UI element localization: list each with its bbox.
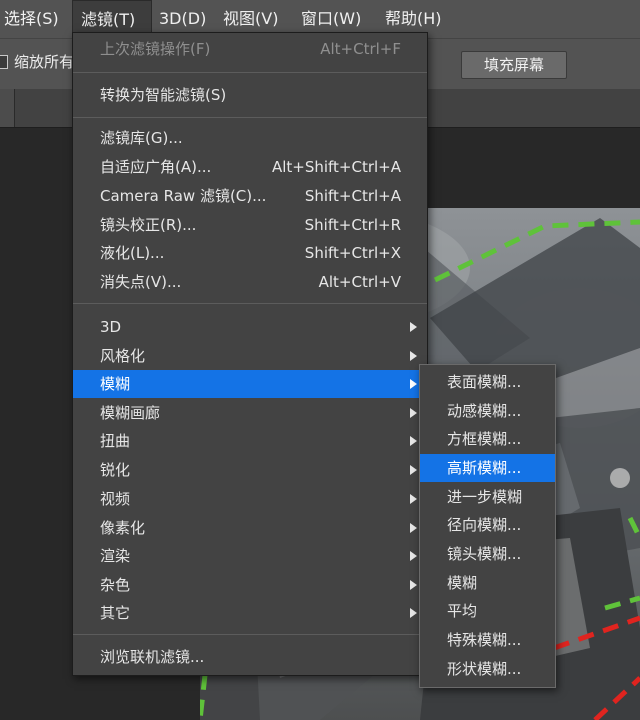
menu-item-shortcut: Shift+Ctrl+R	[304, 216, 401, 234]
menu-item-label: 形状模糊...	[447, 660, 522, 678]
menu-select[interactable]: 选择(S)	[2, 0, 61, 38]
menu-separator	[73, 72, 427, 73]
blur-item-average[interactable]: 平均	[420, 597, 555, 625]
menu-item-label: 像素化	[100, 519, 146, 537]
menu-item-label: 高斯模糊...	[447, 459, 522, 477]
menu-item-shortcut: Alt+Shift+Ctrl+A	[271, 158, 401, 176]
menu-item-label: Camera Raw 滤镜(C)...	[100, 187, 267, 205]
menu-item-vanishing-point[interactable]: 消失点(V)... Alt+Ctrl+V	[73, 268, 427, 296]
zoom-all-label: 缩放所有	[14, 53, 75, 71]
menu-item-shortcut: Alt+Ctrl+F	[320, 40, 401, 58]
submenu-arrow-icon	[410, 608, 417, 618]
blur-item-blur[interactable]: 模糊	[420, 569, 555, 597]
menu-item-label: 特殊模糊...	[447, 631, 522, 649]
menu-item-label: 扭曲	[100, 432, 131, 450]
submenu-blur-gallery[interactable]: 模糊画廊	[73, 399, 427, 427]
menu-item-last-filter: 上次滤镜操作(F) Alt+Ctrl+F	[73, 35, 427, 63]
menu-item-label: 自适应广角(A)...	[100, 158, 212, 176]
submenu-pixelate[interactable]: 像素化	[73, 514, 427, 542]
zoom-all-checkbox[interactable]	[0, 55, 8, 69]
menu-item-shortcut: Alt+Ctrl+V	[318, 273, 401, 291]
submenu-arrow-icon	[410, 379, 417, 389]
menu-separator	[73, 303, 427, 304]
menu-item-label: 上次滤镜操作(F)	[100, 40, 211, 58]
menu-item-label: 径向模糊...	[447, 516, 522, 534]
menu-item-camera-raw[interactable]: Camera Raw 滤镜(C)... Shift+Ctrl+A	[73, 182, 427, 210]
submenu-arrow-icon	[410, 322, 417, 332]
submenu-arrow-icon	[410, 494, 417, 504]
submenu-arrow-icon	[410, 551, 417, 561]
menu-item-label: 模糊	[447, 574, 478, 592]
blur-item-radial[interactable]: 径向模糊...	[420, 511, 555, 539]
blur-item-lens[interactable]: 镜头模糊...	[420, 540, 555, 568]
blur-item-surface[interactable]: 表面模糊...	[420, 368, 555, 396]
blur-item-blur-more[interactable]: 进一步模糊	[420, 483, 555, 511]
menu-item-shortcut: Shift+Ctrl+X	[304, 244, 401, 262]
menu-item-adaptive-wide-angle[interactable]: 自适应广角(A)... Alt+Shift+Ctrl+A	[73, 153, 427, 181]
menu-item-label: 表面模糊...	[447, 373, 522, 391]
submenu-other[interactable]: 其它	[73, 599, 427, 627]
menu-item-label: 视频	[100, 490, 131, 508]
menu-item-filter-gallery[interactable]: 滤镜库(G)...	[73, 124, 427, 152]
blur-item-gaussian[interactable]: 高斯模糊...	[420, 454, 555, 482]
filter-menu: 上次滤镜操作(F) Alt+Ctrl+F 转换为智能滤镜(S) 滤镜库(G)..…	[72, 32, 428, 676]
menu-separator	[73, 117, 427, 118]
menu-item-label: 方框模糊...	[447, 430, 522, 448]
menu-item-label: 3D	[100, 318, 122, 336]
menu-item-browse-online-filters[interactable]: 浏览联机滤镜...	[73, 643, 427, 671]
menu-item-label: 平均	[447, 602, 478, 620]
menu-item-label: 滤镜库(G)...	[100, 129, 183, 147]
menu-item-lens-correction[interactable]: 镜头校正(R)... Shift+Ctrl+R	[73, 211, 427, 239]
submenu-arrow-icon	[410, 436, 417, 446]
menu-item-label: 液化(L)...	[100, 244, 165, 262]
submenu-arrow-icon	[410, 523, 417, 533]
menu-item-convert-smart-filter[interactable]: 转换为智能滤镜(S)	[73, 81, 427, 109]
menu-item-label: 浏览联机滤镜...	[100, 648, 205, 666]
submenu-stylize[interactable]: 风格化	[73, 342, 427, 370]
submenu-video[interactable]: 视频	[73, 485, 427, 513]
blur-submenu: 表面模糊... 动感模糊... 方框模糊... 高斯模糊... 进一步模糊 径向…	[419, 364, 556, 688]
menu-item-liquify[interactable]: 液化(L)... Shift+Ctrl+X	[73, 239, 427, 267]
menu-item-label: 模糊	[100, 375, 131, 393]
menu-item-label: 转换为智能滤镜(S)	[100, 86, 227, 104]
menu-item-label: 渲染	[100, 547, 131, 565]
menu-item-label: 杂色	[100, 576, 131, 594]
submenu-arrow-icon	[410, 408, 417, 418]
menu-item-label: 模糊画廊	[100, 404, 161, 422]
menu-item-label: 镜头模糊...	[447, 545, 522, 563]
menu-item-label: 其它	[100, 604, 131, 622]
menu-item-label: 锐化	[100, 461, 131, 479]
fill-screen-button[interactable]: 填充屏幕	[461, 51, 567, 79]
menu-item-shortcut: Shift+Ctrl+A	[304, 187, 401, 205]
menu-item-label: 进一步模糊	[447, 488, 523, 506]
submenu-arrow-icon	[410, 580, 417, 590]
submenu-render[interactable]: 渲染	[73, 542, 427, 570]
menu-item-label: 风格化	[100, 347, 146, 365]
submenu-noise[interactable]: 杂色	[73, 571, 427, 599]
blur-item-motion[interactable]: 动感模糊...	[420, 397, 555, 425]
submenu-sharpen[interactable]: 锐化	[73, 456, 427, 484]
blur-item-box[interactable]: 方框模糊...	[420, 425, 555, 453]
submenu-arrow-icon	[410, 465, 417, 475]
menu-item-label: 动感模糊...	[447, 402, 522, 420]
submenu-blur[interactable]: 模糊	[73, 370, 427, 398]
menu-separator	[73, 634, 427, 635]
submenu-arrow-icon	[410, 351, 417, 361]
menu-item-label: 镜头校正(R)...	[100, 216, 197, 234]
submenu-distort[interactable]: 扭曲	[73, 427, 427, 455]
blur-item-shape[interactable]: 形状模糊...	[420, 655, 555, 683]
blur-item-smart[interactable]: 特殊模糊...	[420, 626, 555, 654]
menu-item-label: 消失点(V)...	[100, 273, 182, 291]
document-tab[interactable]	[0, 89, 15, 127]
submenu-3d[interactable]: 3D	[73, 313, 427, 341]
